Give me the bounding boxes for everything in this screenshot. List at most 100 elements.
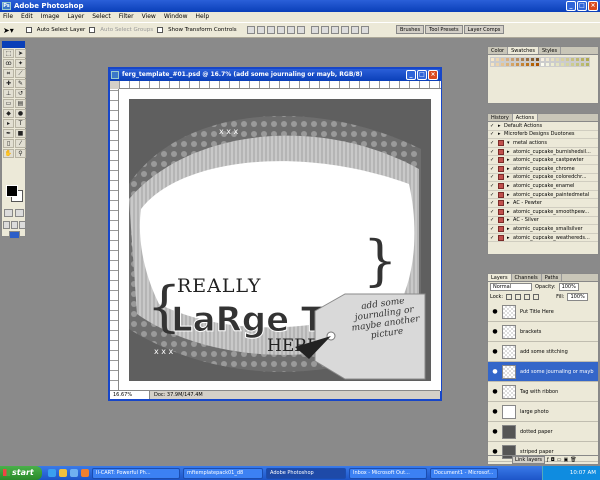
shape-tool-icon[interactable]: ■ <box>15 129 26 138</box>
menu-file[interactable]: File <box>3 12 13 22</box>
align-hcenter-icon[interactable] <box>286 26 295 34</box>
tab-actions[interactable]: Actions <box>512 114 539 121</box>
link-layers-button[interactable]: Link layers <box>512 456 545 464</box>
align-bottom-icon[interactable] <box>266 26 275 34</box>
fill-input[interactable]: 100% <box>567 293 588 301</box>
maximize-button[interactable]: □ <box>577 1 587 11</box>
doc-close-button[interactable]: × <box>428 70 438 80</box>
screen-mode-full-icon[interactable] <box>19 221 26 229</box>
distribute-hcenter-icon[interactable] <box>350 26 359 34</box>
tab-paths[interactable]: Paths <box>542 274 563 281</box>
opacity-input[interactable]: 100% <box>558 283 579 291</box>
eye-icon[interactable]: ● <box>491 408 499 416</box>
check-icon[interactable]: ✓ <box>490 149 496 155</box>
menu-view[interactable]: View <box>142 12 156 22</box>
doc-minimize-button[interactable]: _ <box>406 70 416 80</box>
check-icon[interactable]: ✓ <box>490 131 496 137</box>
standard-mode-icon[interactable] <box>4 209 13 217</box>
menu-filter[interactable]: Filter <box>119 12 134 22</box>
action-row[interactable]: ✓ ▸ atomic_cupcake_smoothpew... <box>488 208 598 217</box>
move-tool-icon[interactable]: ➤ <box>15 49 26 58</box>
zoom-level-field[interactable]: 16.67% <box>110 391 150 399</box>
delete-layer-icon[interactable]: 🗑 <box>570 457 576 463</box>
action-row[interactable]: ✓ ▸ atomic_cupcake_coloredchr... <box>488 174 598 183</box>
lock-image-icon[interactable] <box>515 294 522 300</box>
check-icon[interactable]: ✓ <box>490 157 496 163</box>
eye-icon[interactable]: ● <box>491 388 499 396</box>
zoom-tool-icon[interactable]: ⚲ <box>15 149 26 158</box>
well-tab-tool-presets[interactable]: Tool Presets <box>425 25 463 34</box>
dialog-toggle-icon[interactable] <box>498 139 504 146</box>
toolbox-grip[interactable] <box>2 41 25 48</box>
move-tool-icon[interactable]: ➤▾ <box>3 26 14 35</box>
distribute-right-icon[interactable] <box>360 26 369 34</box>
taskbar-item-active[interactable]: Adobe Photoshop <box>266 467 346 479</box>
eye-icon[interactable]: ● <box>491 368 499 376</box>
action-row[interactable]: ✓ ▸ atomic_cupcake_paintedmetal <box>488 191 598 200</box>
dialog-toggle-icon[interactable] <box>498 148 504 155</box>
check-icon[interactable]: ✓ <box>490 192 496 198</box>
action-row[interactable]: ✓ ▸ atomic_cupcake_smallsilver <box>488 225 598 234</box>
dialog-toggle-icon[interactable] <box>498 174 504 181</box>
action-set-row[interactable]: ✓ ▸ Microferb Designs Duotones <box>488 131 598 140</box>
close-button[interactable]: × <box>588 1 598 11</box>
auto-select-layer-checkbox[interactable] <box>25 27 32 33</box>
tab-layers[interactable]: Layers <box>488 274 512 281</box>
eye-icon[interactable]: ● <box>491 308 499 316</box>
show-transform-controls-checkbox[interactable] <box>157 27 164 33</box>
action-row[interactable]: ✓ ▸ atomic_cupcake_enamel <box>488 182 598 191</box>
check-icon[interactable]: ✓ <box>490 174 496 180</box>
pen-tool-icon[interactable]: ✒ <box>3 129 14 138</box>
check-icon[interactable]: ✓ <box>490 226 496 232</box>
document-titlebar[interactable]: ferg_template_#01.psd @ 16.7% (add some … <box>110 69 440 81</box>
new-layer-icon[interactable]: ▣ <box>563 457 568 463</box>
canvas-artwork[interactable]: x x x x x x x x x { } REALLY LaRge Title… <box>119 89 441 391</box>
distribute-vcenter-icon[interactable] <box>320 26 329 34</box>
menu-help[interactable]: Help <box>196 12 210 22</box>
action-row[interactable]: ✓ ▸ AC - Pewter <box>488 199 598 208</box>
align-vcenter-icon[interactable] <box>256 26 265 34</box>
eye-icon[interactable]: ● <box>491 428 499 436</box>
layer-row-selected[interactable]: ● add some journaling or mayb <box>488 362 598 382</box>
path-selection-icon[interactable]: ▸ <box>3 119 14 128</box>
align-left-icon[interactable] <box>276 26 285 34</box>
blur-tool-icon[interactable]: ◆ <box>3 109 14 118</box>
layer-style-icon[interactable]: ƒ <box>547 457 549 463</box>
quick-mask-icon[interactable] <box>15 209 24 217</box>
check-icon[interactable]: ✓ <box>490 183 496 189</box>
screen-mode-full-menu-icon[interactable] <box>11 221 18 229</box>
dialog-toggle-icon[interactable] <box>498 225 504 232</box>
magic-wand-icon[interactable]: ✦ <box>15 59 26 68</box>
gradient-tool-icon[interactable]: ▤ <box>15 99 26 108</box>
outlook-icon[interactable] <box>59 469 67 477</box>
vertical-ruler[interactable] <box>110 89 119 391</box>
lock-position-icon[interactable] <box>524 294 531 300</box>
slice-tool-icon[interactable]: ⟋ <box>15 69 26 78</box>
ie-icon[interactable] <box>48 469 56 477</box>
check-icon[interactable]: ✓ <box>490 166 496 172</box>
action-set-row[interactable]: ✓ ▸ Default Actions <box>488 122 598 131</box>
menu-select[interactable]: Select <box>92 12 111 22</box>
clone-stamp-icon[interactable]: ⊥ <box>3 89 14 98</box>
layer-row[interactable]: ● large photo <box>488 402 598 422</box>
align-right-icon[interactable] <box>296 26 305 34</box>
tab-styles[interactable]: Styles <box>539 47 562 54</box>
dialog-toggle-icon[interactable] <box>498 165 504 172</box>
distribute-top-icon[interactable] <box>310 26 319 34</box>
action-row[interactable]: ✓ ▸ atomic_cupcake_burnishedsil... <box>488 148 598 157</box>
lock-transparency-icon[interactable] <box>506 294 513 300</box>
menu-image[interactable]: Image <box>41 12 60 22</box>
taskbar-item[interactable]: Inbox - Microsoft Out... <box>349 467 427 479</box>
type-tool-icon[interactable]: T <box>15 119 26 128</box>
dodge-tool-icon[interactable]: ● <box>15 109 26 118</box>
crop-tool-icon[interactable]: ⌗ <box>3 69 14 78</box>
dialog-toggle-icon[interactable] <box>498 234 504 241</box>
desktop-icon[interactable] <box>70 469 78 477</box>
notes-tool-icon[interactable]: ▯ <box>3 139 14 148</box>
tab-swatches[interactable]: Swatches <box>508 47 539 54</box>
jump-to-imageready-icon[interactable] <box>9 231 20 239</box>
blend-mode-select[interactable]: Normal <box>490 283 532 291</box>
layer-row[interactable]: ● Tag with ribbon <box>488 382 598 402</box>
action-row[interactable]: ✓ ▸ AC - Silver <box>488 217 598 226</box>
eyedropper-icon[interactable]: ⁄ <box>15 139 26 148</box>
